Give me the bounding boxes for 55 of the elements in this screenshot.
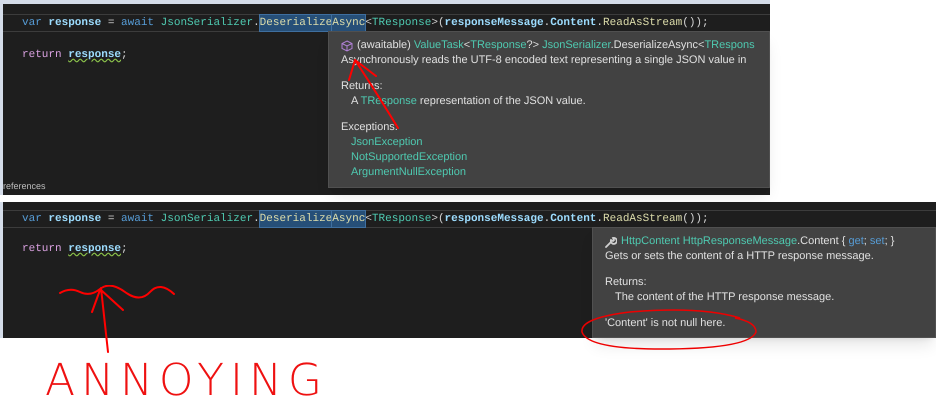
code-token: . [544,212,550,227]
code-token: response [68,48,122,63]
code-token: ()); [682,212,709,227]
code-token: = [106,212,116,227]
code-token: return [22,48,63,63]
tooltip-text: Gets or sets the content of a HTTP response message. [605,249,874,264]
wrench-icon [605,236,617,248]
tooltip-text: NotSupportedException [351,150,468,165]
code-token: < [365,212,372,227]
code-token: JsonSerializer [160,212,254,227]
code-token: Content [550,16,596,31]
code-token: await [121,16,156,31]
code-token: . [544,16,550,31]
code-token: JsonSerializer [160,16,254,31]
code-token: . [253,16,260,31]
code-token: var [22,16,43,31]
code-token: ReadAsStream [603,212,682,227]
code-token: TResponse [372,16,432,31]
code-token: responseMessage [444,16,544,31]
tooltip-text: Returns: [605,275,647,290]
cube-icon [341,40,353,52]
code-token: response [48,16,102,31]
tooltip-text: Asynchronously reads the UTF-8 encoded text representing a single JSON value in [341,53,746,68]
code-token: return [22,242,63,257]
code-token: >( [431,212,445,227]
code-token: Deserialize [260,210,332,228]
code-token: . [596,212,604,227]
code-token: TResponse [372,212,432,227]
code-token: = [106,16,116,31]
tooltip-text: HttpContent HttpResponseMessage.Content { get; set; } [621,234,894,249]
tooltip-text: Exceptions: [341,120,398,135]
tooltip-text: 'Content' is not null here. [605,316,726,331]
code-token: Async [332,14,366,32]
code-token: ; [121,48,128,63]
code-token: ()); [682,16,709,31]
references-label: references [3,180,46,192]
code-token: < [365,16,372,31]
code-token: response [48,212,102,227]
code-token: ReadAsStream [603,16,682,31]
tooltip-text: The content of the HTTP response message. [615,290,834,305]
tooltip-text: (awaitable) ValueTask<TResponse?> JsonSerializer.DeserializeAsync<TRespons [357,38,755,53]
code-token: >( [431,16,445,31]
handwritten-note: ANNOYING [45,356,328,406]
tooltip-text: ArgumentNullException [351,165,466,180]
code-token: . [596,16,604,31]
code-token: Deserialize [260,14,332,32]
code-token: ; [121,242,128,257]
code-token: . [253,212,260,227]
code-token: responseMessage [444,212,544,227]
code-token: var [22,212,43,227]
code-token: Content [550,212,596,227]
code-token: Async [332,210,366,228]
code-token: response [68,242,122,257]
tooltip-text: JsonException [351,135,423,150]
code-token: await [121,212,156,227]
